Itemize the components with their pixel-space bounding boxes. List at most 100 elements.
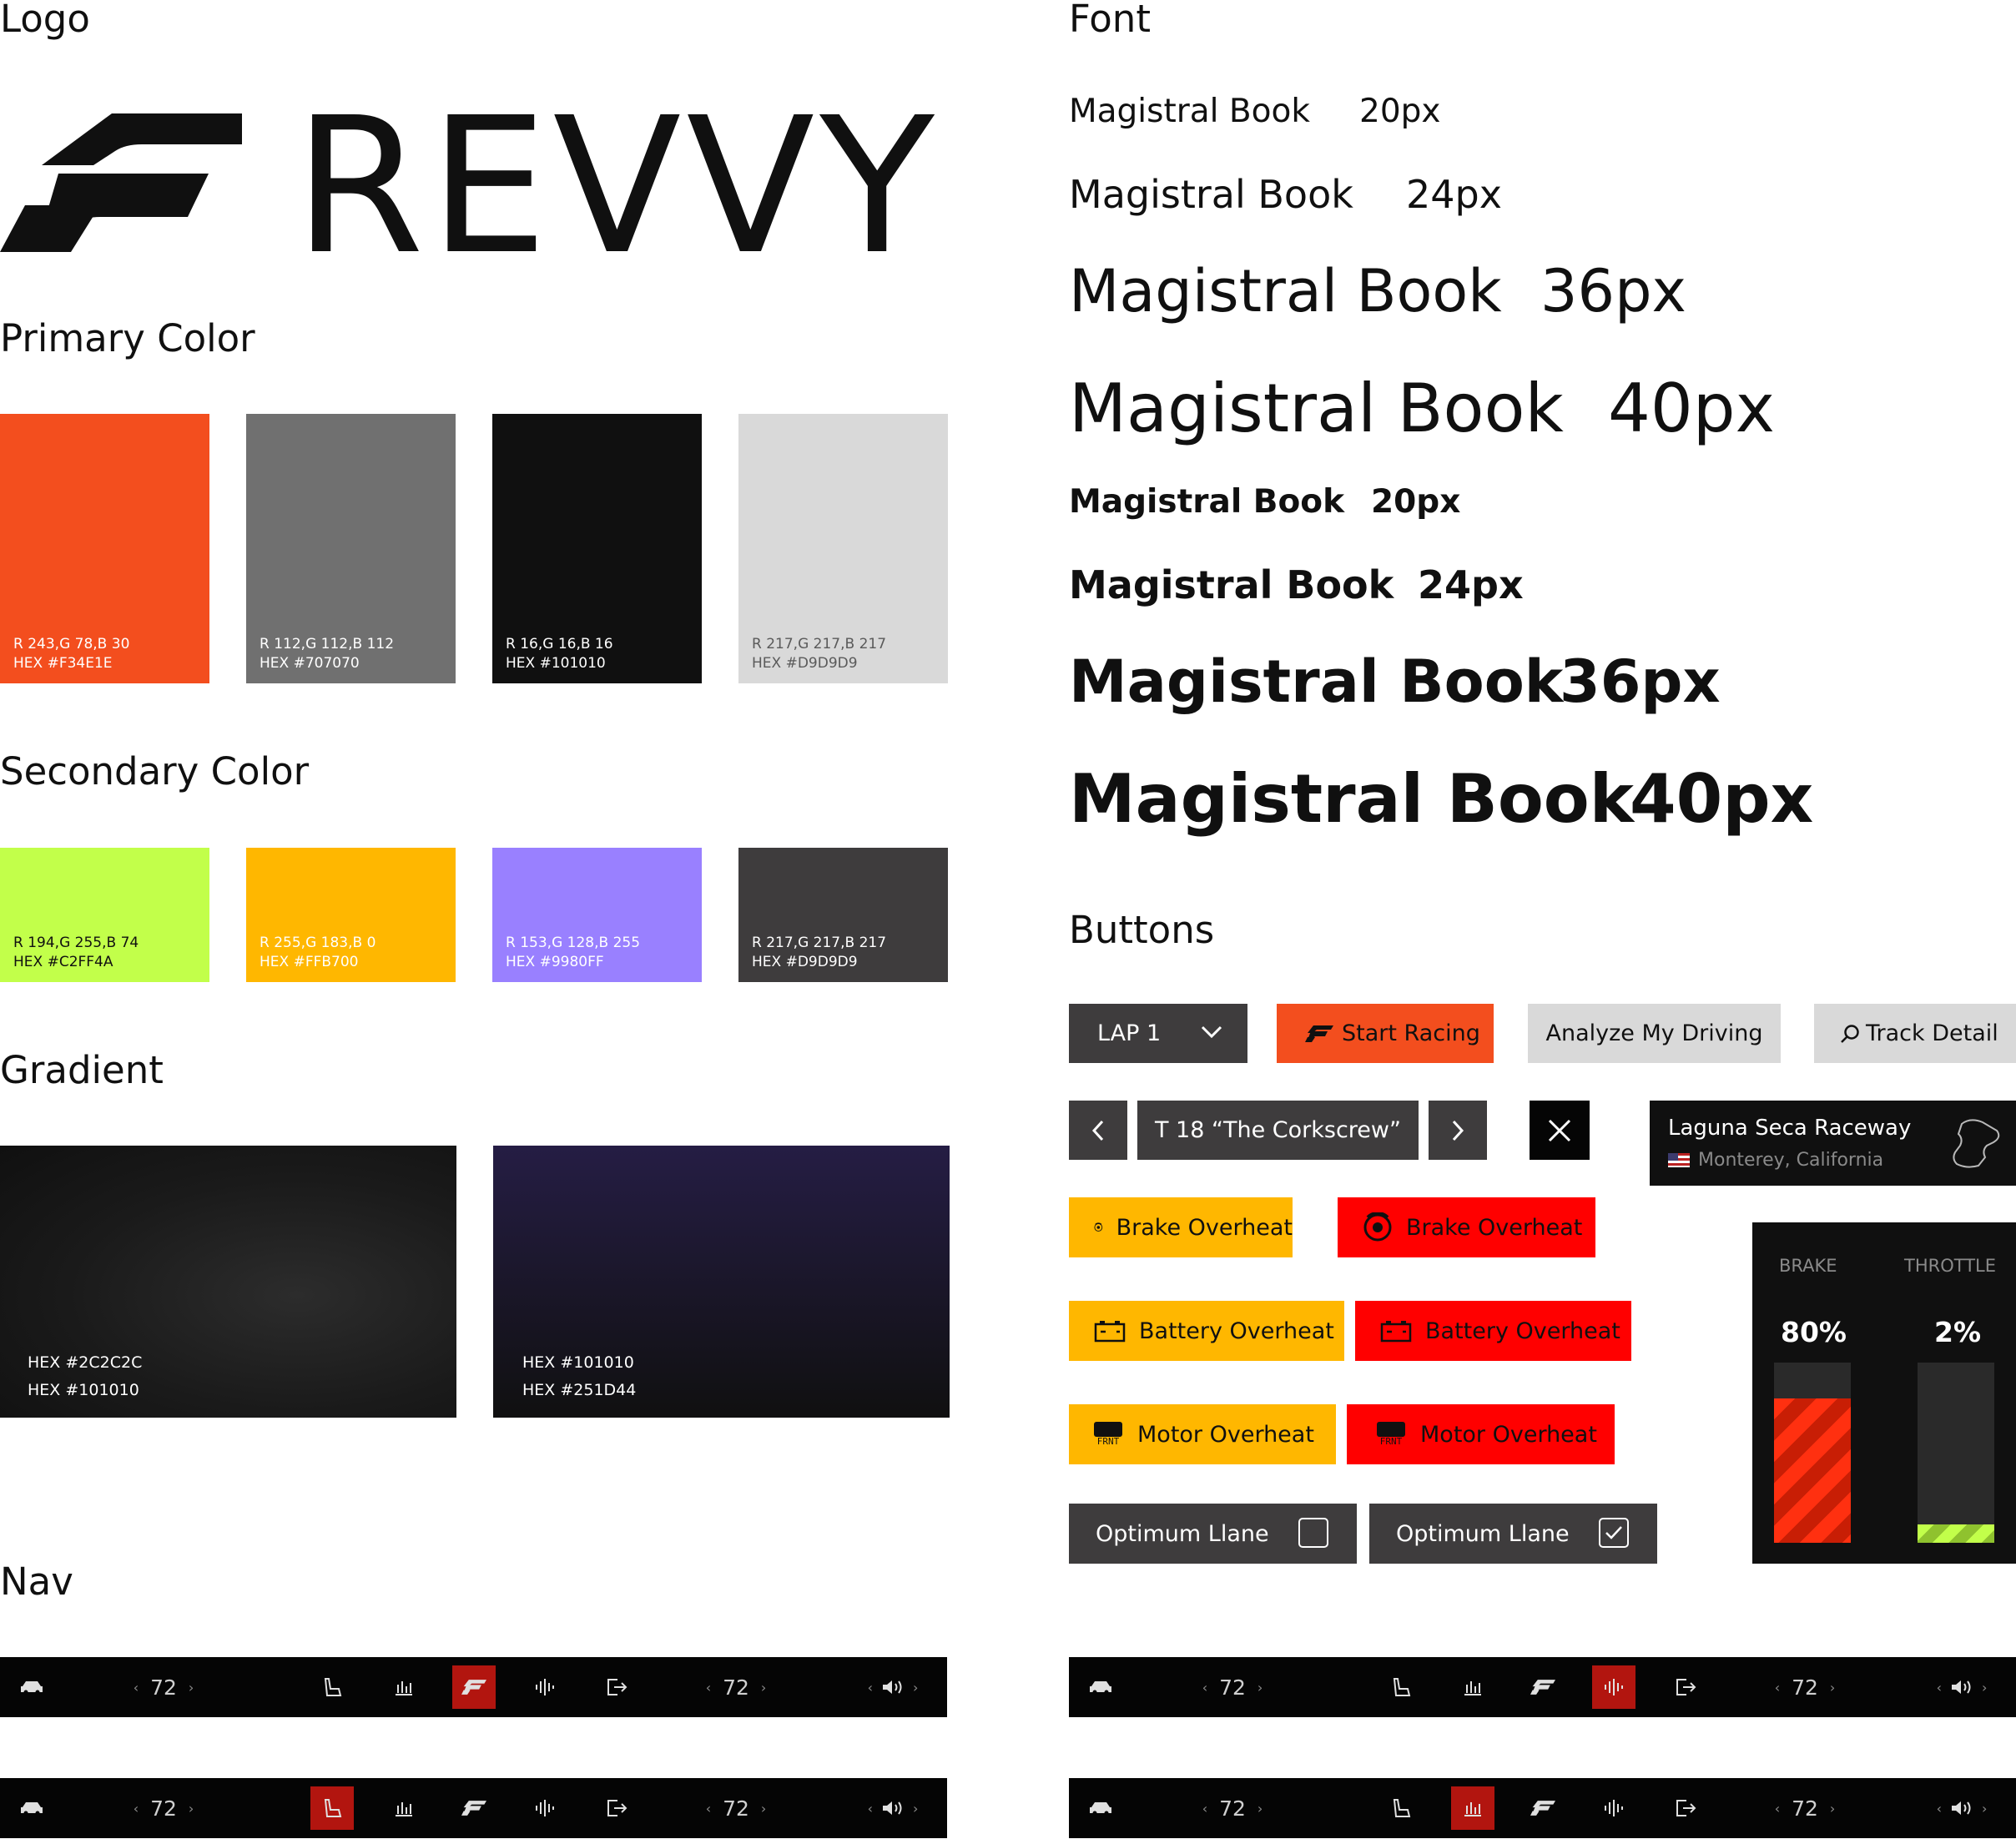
nav-item-car[interactable] — [1079, 1778, 1122, 1838]
battery-overheat-warning[interactable]: Battery Overheat — [1069, 1301, 1344, 1361]
motor-overheat-alert[interactable]: FRNT Motor Overheat — [1347, 1404, 1615, 1464]
next-corner-button[interactable] — [1429, 1101, 1487, 1160]
nav-item-car[interactable] — [1079, 1657, 1122, 1717]
nav-volume-stepper[interactable]: ‹ › — [1920, 1778, 2003, 1838]
chevron-left-icon[interactable]: ‹ — [134, 1680, 139, 1695]
track-detail-button[interactable]: Track Detail — [1814, 1004, 2016, 1063]
chevron-right-icon[interactable]: › — [761, 1680, 766, 1695]
chevron-left-icon[interactable]: ‹ — [706, 1680, 711, 1695]
chevron-right-icon[interactable]: › — [913, 1680, 918, 1695]
nav-item-chart[interactable] — [382, 1657, 426, 1717]
chevron-left-icon[interactable]: ‹ — [134, 1801, 139, 1816]
nav-temp-left-stepper[interactable]: ‹ 72 › — [122, 1657, 205, 1717]
nav-item-exit[interactable] — [595, 1657, 638, 1717]
chevron-left-icon[interactable]: ‹ — [1937, 1801, 1942, 1816]
nav-item-seat[interactable] — [310, 1786, 354, 1830]
nav-item-car[interactable] — [10, 1657, 53, 1717]
nav-item-exit[interactable] — [595, 1778, 638, 1838]
prev-corner-button[interactable] — [1069, 1101, 1127, 1160]
flag-stripes-icon — [1305, 1025, 1333, 1042]
nav-item-car[interactable] — [10, 1778, 53, 1838]
nav-item-logo[interactable] — [452, 1665, 496, 1709]
chevron-right-icon[interactable]: › — [1257, 1801, 1263, 1816]
chevron-right-icon[interactable]: › — [1830, 1801, 1835, 1816]
flag-stripes-icon — [0, 113, 242, 252]
audio-wave-icon — [1603, 1677, 1625, 1697]
swatch-hex: HEX #FFB700 — [260, 954, 359, 970]
secondary-color-title: Secondary Color — [0, 749, 310, 794]
motor-overheat-warning[interactable]: FRNT Motor Overheat — [1069, 1404, 1336, 1464]
gradient-swatch-dark: HEX #2C2C2C HEX #101010 — [0, 1146, 456, 1418]
nav-item-exit[interactable] — [1664, 1778, 1707, 1838]
nav-temp-left-stepper[interactable]: ‹ 72 › — [122, 1778, 205, 1838]
optimum-lane-toggle-on[interactable]: Optimum Llane — [1369, 1504, 1657, 1564]
nav-temp-left-stepper[interactable]: ‹ 72 › — [1191, 1778, 1274, 1838]
gradient-hex-1: HEX #101010 — [522, 1353, 634, 1372]
chevron-right-icon[interactable]: › — [1830, 1680, 1835, 1695]
pedal-gauge-panel: BRAKE THROTTLE 80% 2% — [1752, 1222, 2016, 1564]
nav-item-seat[interactable] — [1379, 1778, 1423, 1838]
optimum-lane-toggle-off[interactable]: Optimum Llane — [1069, 1504, 1357, 1564]
brake-overheat-warning[interactable]: Brake Overheat — [1069, 1197, 1293, 1257]
font-sample-bold-24: Magistral Book 24px — [1069, 562, 1524, 607]
seat-icon — [1389, 1675, 1413, 1699]
nav-temp-right-stepper[interactable]: ‹ 72 › — [1763, 1657, 1847, 1717]
chevron-left-icon[interactable]: ‹ — [1775, 1680, 1780, 1695]
nav-item-exit[interactable] — [1664, 1657, 1707, 1717]
nav-item-logo[interactable] — [1521, 1778, 1565, 1838]
chevron-right-icon[interactable]: › — [189, 1680, 194, 1695]
chevron-right-icon[interactable]: › — [761, 1801, 766, 1816]
font-sample-light-36: Magistral Book 36px — [1069, 257, 1686, 325]
nav-item-sound[interactable] — [523, 1657, 567, 1717]
primary-swatch: R 16,G 16,B 16 HEX #101010 — [492, 414, 702, 683]
nav-temp-left-stepper[interactable]: ‹ 72 › — [1191, 1657, 1274, 1717]
nav-item-chart[interactable] — [382, 1778, 426, 1838]
nav-temp-right-stepper[interactable]: ‹ 72 › — [694, 1778, 778, 1838]
lap-dropdown[interactable]: LAP 1 — [1069, 1004, 1247, 1063]
checkbox-unchecked[interactable] — [1298, 1518, 1328, 1548]
nav-temp-value: 72 — [150, 1675, 177, 1700]
nav-item-sound[interactable] — [1592, 1665, 1635, 1709]
brake-label: BRAKE — [1779, 1256, 1837, 1276]
chevron-left-icon[interactable]: ‹ — [868, 1680, 873, 1695]
chevron-right-icon[interactable]: › — [1982, 1801, 1987, 1816]
nav-temp-right-stepper[interactable]: ‹ 72 › — [694, 1657, 778, 1717]
brake-overheat-label: Brake Overheat — [1406, 1214, 1583, 1241]
chevron-right-icon[interactable]: › — [1257, 1680, 1263, 1695]
nav-item-chart[interactable] — [1451, 1786, 1494, 1830]
battery-overheat-alert[interactable]: Battery Overheat — [1355, 1301, 1631, 1361]
chevron-left-icon[interactable]: ‹ — [1775, 1801, 1780, 1816]
nav-temp-right-stepper[interactable]: ‹ 72 › — [1763, 1778, 1847, 1838]
chevron-left-icon[interactable]: ‹ — [706, 1801, 711, 1816]
nav-item-logo[interactable] — [1521, 1657, 1565, 1717]
nav-volume-stepper[interactable]: ‹ › — [1920, 1657, 2003, 1717]
nav-item-sound[interactable] — [523, 1778, 567, 1838]
nav-item-seat[interactable] — [310, 1657, 354, 1717]
nav-bar: ‹ 72 › ‹ 72 › ‹ › — [1069, 1657, 2016, 1717]
chevron-right-icon[interactable]: › — [1982, 1680, 1987, 1695]
start-racing-button[interactable]: Start Racing — [1277, 1004, 1494, 1063]
analyze-driving-button[interactable]: Analyze My Driving — [1528, 1004, 1781, 1063]
nav-item-seat[interactable] — [1379, 1657, 1423, 1717]
checkbox-checked[interactable] — [1599, 1518, 1629, 1548]
track-card[interactable]: Laguna Seca Raceway Monterey, California — [1650, 1101, 2016, 1186]
chevron-left-icon[interactable]: ‹ — [1202, 1801, 1207, 1816]
font-title: Font — [1069, 0, 1151, 41]
close-button[interactable] — [1530, 1101, 1590, 1160]
chevron-left-icon[interactable]: ‹ — [1202, 1680, 1207, 1695]
nav-item-sound[interactable] — [1592, 1778, 1635, 1838]
chevron-right-icon[interactable]: › — [189, 1801, 194, 1816]
chevron-right-icon[interactable]: › — [913, 1801, 918, 1816]
corner-selector[interactable]: T 18 “The Corkscrew” — [1137, 1101, 1419, 1160]
nav-volume-stepper[interactable]: ‹ › — [851, 1657, 935, 1717]
chevron-left-icon[interactable]: ‹ — [868, 1801, 873, 1816]
chart-icon — [1463, 1799, 1483, 1817]
chevron-left-icon[interactable]: ‹ — [1937, 1680, 1942, 1695]
brake-overheat-alert[interactable]: Brake Overheat — [1338, 1197, 1595, 1257]
volume-icon — [881, 1678, 905, 1696]
swatch-rgb: R 217,G 217,B 217 — [752, 935, 887, 951]
nav-volume-stepper[interactable]: ‹ › — [851, 1778, 935, 1838]
chart-icon — [394, 1799, 414, 1817]
nav-item-logo[interactable] — [452, 1778, 496, 1838]
nav-item-chart[interactable] — [1451, 1657, 1494, 1717]
